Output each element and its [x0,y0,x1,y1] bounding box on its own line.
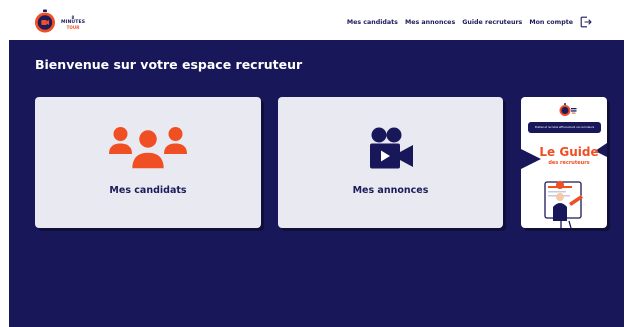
guide-recruteurs-card[interactable]: Publiez et recrutez efficacement vos rec… [521,97,607,228]
main-area: Bienvenue sur votre espace recruteur Mes… [9,40,624,327]
brand-logo[interactable]: 8 MINUTES TOUR [33,9,85,35]
guide-banner: Publiez et recrutez efficacement vos rec… [528,122,601,133]
nav-guide-recruteurs[interactable]: Guide recruteurs [462,19,522,26]
nav-mes-annonces[interactable]: Mes annonces [405,19,455,26]
main-nav: Mes candidats Mes annonces Guide recrute… [340,15,592,29]
brand-wordmark: 8 MINUTES TOUR [61,15,85,30]
stopwatch-logo-icon [35,9,55,33]
card-mes-annonces[interactable]: Mes annonces [278,97,503,228]
top-bar: 8 MINUTES TOUR Mes candidats Mes annonce… [0,0,625,40]
card-mes-candidats[interactable]: Mes candidats [35,97,261,228]
users-icon [109,127,187,170]
guide-subtitle: des recruteurs [548,160,590,166]
nav-mes-candidats[interactable]: Mes candidats [347,19,398,26]
card-mes-annonces-label: Mes annonces [352,185,429,196]
welcome-heading: Bienvenue sur votre espace recruteur [35,57,303,72]
card-mes-candidats-label: Mes candidats [109,185,187,196]
guide-title: Le Guide [539,145,599,159]
stopwatch-logo-icon [559,103,577,116]
video-camera-icon [369,127,413,169]
brand-line3: TOUR [66,25,80,30]
nav-mon-compte[interactable]: Mon compte [529,19,573,26]
logout-icon[interactable] [580,16,592,28]
